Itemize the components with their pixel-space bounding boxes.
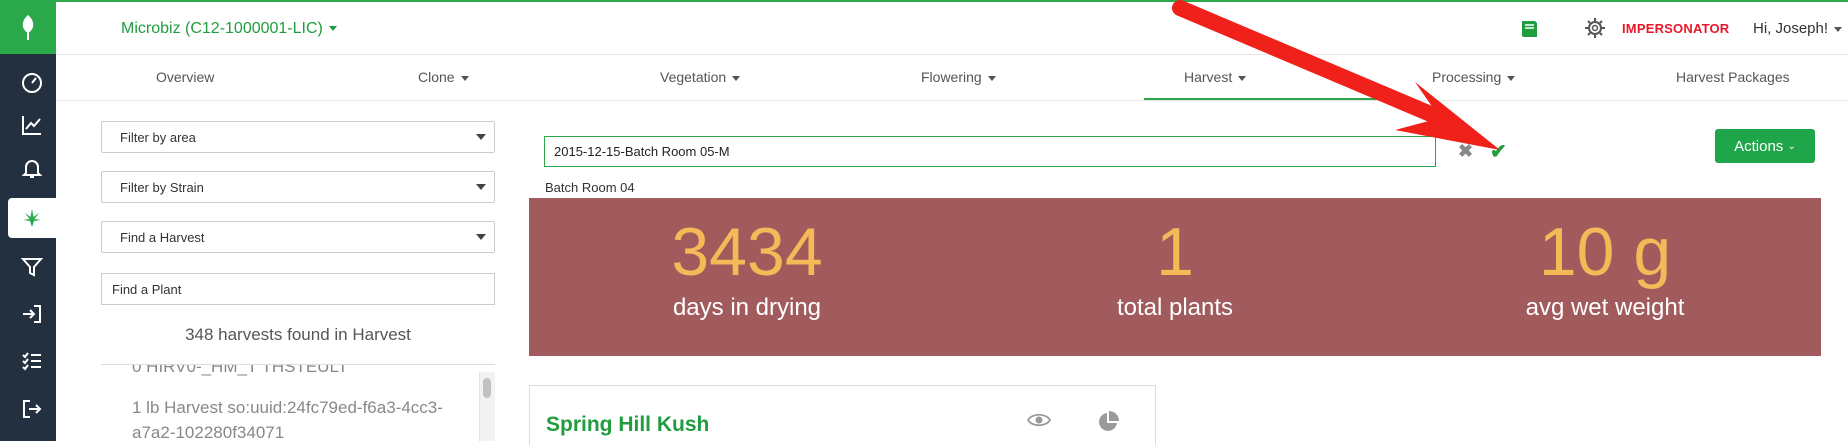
stat-label: total plants: [1116, 294, 1234, 321]
harvest-name-input[interactable]: [544, 136, 1436, 167]
stat-label: avg wet weight: [1525, 294, 1685, 321]
sidebar-rail: [0, 0, 56, 441]
area-filter-label: Filter by area: [120, 130, 196, 145]
user-menu[interactable]: Hi, Joseph!: [1753, 20, 1843, 37]
org-label: Microbiz (C12-1000001-LIC): [121, 20, 323, 37]
stat-value: 10 g: [1538, 214, 1672, 290]
chevron-down-icon: ⌄: [1787, 140, 1796, 152]
tab-label: Flowering: [921, 69, 982, 85]
tab-label: Vegetation: [660, 69, 727, 85]
dashboard-icon[interactable]: [8, 62, 56, 102]
harvest-list[interactable]: 0 HIRV0-_HM_T THSTEULT 1 lb Harvest so:u…: [101, 364, 495, 441]
chevron-down-icon: [328, 26, 337, 32]
strain-filter-label: Filter by Strain: [120, 180, 204, 195]
actions-button[interactable]: Actions ⌄: [1715, 129, 1815, 163]
scrollbar-thumb[interactable]: [483, 378, 491, 398]
gear-icon[interactable]: [1584, 17, 1606, 39]
bell-icon[interactable]: [8, 148, 56, 188]
area-filter-select[interactable]: Filter by area: [101, 121, 495, 153]
leaf-logo-icon: [22, 15, 34, 40]
harvest-count: 348 harvests found in Harvest: [185, 325, 411, 344]
harvest-finder-select[interactable]: Find a Harvest: [101, 221, 495, 253]
tab-bar: Overview Clone Vegetation Flowering Harv…: [56, 55, 1848, 101]
chevron-down-icon: [732, 75, 741, 81]
tab-label: Overview: [156, 69, 215, 85]
actions-label: Actions: [1734, 137, 1784, 155]
chevron-down-icon: [1507, 75, 1516, 81]
analytics-icon[interactable]: [8, 105, 56, 145]
stat-avg-wet-weight: 10 g avg wet weight: [1390, 216, 1820, 322]
dropdown-arrow-icon: [476, 234, 486, 240]
tab-vegetation[interactable]: Vegetation: [660, 69, 741, 85]
confirm-edit-icon[interactable]: ✔: [1490, 139, 1507, 164]
cancel-edit-icon[interactable]: ✖: [1458, 141, 1473, 162]
stat-total-plants: 1 total plants: [960, 216, 1390, 322]
sign-in-icon[interactable]: [8, 294, 56, 334]
tab-clone[interactable]: Clone: [418, 69, 469, 85]
harvest-finder-label: Find a Harvest: [120, 230, 205, 245]
cannabis-leaf-icon[interactable]: [8, 198, 56, 238]
stat-days-in-drying: 3434 days in drying: [532, 216, 962, 322]
strain-card: Spring Hill Kush: [529, 385, 1156, 445]
top-bar: Microbiz (C12-1000001-LIC) IMPERSONATOR …: [56, 0, 1848, 55]
tab-label: Clone: [418, 69, 455, 85]
plant-search-input[interactable]: [101, 273, 495, 305]
strain-name[interactable]: Spring Hill Kush: [546, 413, 709, 437]
tab-label: Processing: [1432, 69, 1502, 85]
checklist-icon[interactable]: [8, 341, 56, 381]
stat-value: 3434: [671, 214, 823, 290]
stats-banner: 3434 days in drying 1 total plants 10 g …: [529, 198, 1821, 356]
tab-label: Harvest Packages: [1676, 69, 1790, 85]
dropdown-arrow-icon: [476, 134, 486, 140]
book-icon[interactable]: [1518, 18, 1540, 40]
list-item[interactable]: 1 lb Harvest so:uuid:24fc79ed-f6a3-4cc3-…: [132, 395, 462, 441]
eye-icon[interactable]: [1027, 412, 1051, 428]
filter-icon[interactable]: [8, 247, 56, 287]
list-item[interactable]: 0 HIRV0-_HM_T THSTEULT: [132, 365, 348, 377]
stat-value: 1: [1156, 214, 1194, 290]
pie-chart-icon[interactable]: [1096, 410, 1120, 434]
strain-filter-select[interactable]: Filter by Strain: [101, 171, 495, 203]
tab-harvest-packages[interactable]: Harvest Packages: [1676, 69, 1790, 85]
chevron-down-icon: [460, 75, 469, 81]
chevron-down-icon: [987, 75, 996, 81]
tab-flowering[interactable]: Flowering: [921, 69, 996, 85]
chevron-down-icon: [1834, 26, 1843, 32]
parent-room-label: Batch Room 04: [545, 180, 635, 195]
tab-overview[interactable]: Overview: [156, 69, 214, 85]
active-tab-indicator: [1144, 98, 1400, 100]
impersonator-badge[interactable]: IMPERSONATOR: [1622, 21, 1729, 36]
tab-label: Harvest: [1184, 69, 1233, 85]
chevron-down-icon: [1238, 75, 1247, 81]
stat-label: days in drying: [672, 294, 822, 321]
dropdown-arrow-icon: [476, 184, 486, 190]
greeting-label: Hi, Joseph!: [1753, 20, 1829, 37]
app-logo[interactable]: [0, 0, 56, 54]
logout-icon[interactable]: [8, 389, 56, 429]
tab-processing[interactable]: Processing: [1432, 69, 1516, 85]
org-selector[interactable]: Microbiz (C12-1000001-LIC): [121, 20, 337, 38]
tab-harvest[interactable]: Harvest: [1184, 69, 1247, 85]
